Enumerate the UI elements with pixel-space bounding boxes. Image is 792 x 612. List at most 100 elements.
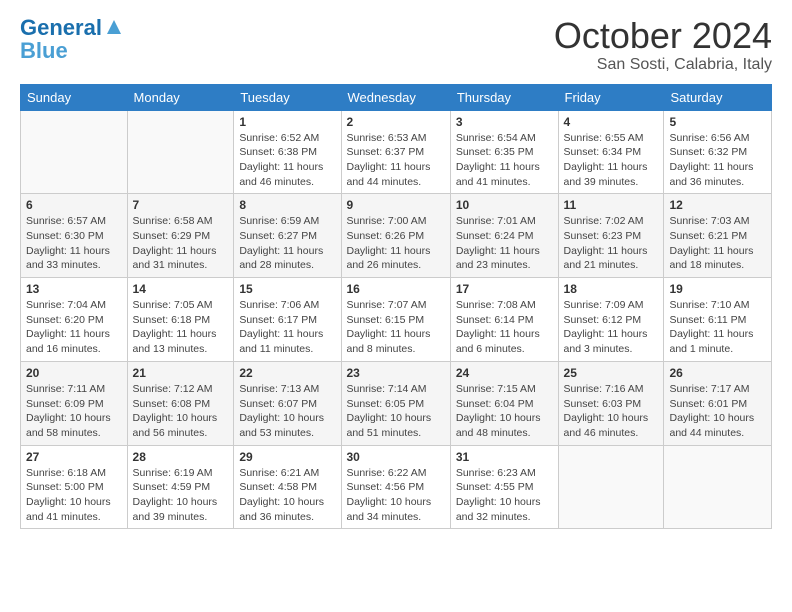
day-number: 14 [133, 282, 229, 296]
day-cell [127, 110, 234, 194]
day-cell: 31 Sunrise: 6:23 AM Sunset: 4:55 PM Dayli… [450, 445, 558, 529]
day-number: 10 [456, 198, 553, 212]
day-number: 28 [133, 450, 229, 464]
day-number: 25 [564, 366, 659, 380]
day-cell [558, 445, 664, 529]
day-number: 4 [564, 115, 659, 129]
day-cell: 21 Sunrise: 7:12 AM Sunset: 6:08 PM Dayli… [127, 361, 234, 445]
day-detail: Sunrise: 6:22 AM Sunset: 4:56 PM Dayligh… [347, 466, 445, 525]
day-cell: 29Sunrise: 6:21 AM Sunset: 4:58 PM Dayli… [234, 445, 341, 529]
col-header-tuesday: Tuesday [234, 84, 341, 110]
day-number: 22 [239, 366, 335, 380]
day-detail: Sunrise: 6:56 AM Sunset: 6:32 PM Dayligh… [669, 131, 766, 190]
day-number: 17 [456, 282, 553, 296]
day-cell: 10 Sunrise: 7:01 AM Sunset: 6:24 PM Dayli… [450, 194, 558, 278]
day-number: 27 [26, 450, 122, 464]
col-header-wednesday: Wednesday [341, 84, 450, 110]
day-number: 2 [347, 115, 445, 129]
day-detail: Sunrise: 7:10 AM Sunset: 6:11 PM Dayligh… [669, 298, 766, 357]
day-cell [21, 110, 128, 194]
day-number: 19 [669, 282, 766, 296]
day-cell: 1 Sunrise: 6:52 AM Sunset: 6:38 PM Daylig… [234, 110, 341, 194]
day-cell: 3 Sunrise: 6:54 AM Sunset: 6:35 PM Daylig… [450, 110, 558, 194]
day-detail: Sunrise: 7:12 AM Sunset: 6:08 PM Dayligh… [133, 382, 229, 441]
day-detail: Sunrise: 7:00 AM Sunset: 6:26 PM Dayligh… [347, 214, 445, 273]
logo-line2: Blue [20, 38, 68, 63]
month-title: October 2024 [554, 16, 772, 56]
week-row-2: 6 Sunrise: 6:57 AM Sunset: 6:30 PM Daylig… [21, 194, 772, 278]
logo-line1: General [20, 16, 102, 40]
day-cell: 17Sunrise: 7:08 AM Sunset: 6:14 PM Dayli… [450, 278, 558, 362]
day-number: 9 [347, 198, 445, 212]
day-detail: Sunrise: 6:57 AM Sunset: 6:30 PM Dayligh… [26, 214, 122, 273]
day-number: 8 [239, 198, 335, 212]
week-row-1: 1 Sunrise: 6:52 AM Sunset: 6:38 PM Daylig… [21, 110, 772, 194]
day-detail: Sunrise: 7:04 AM Sunset: 6:20 PM Dayligh… [26, 298, 122, 357]
logo-text-block: General Blue [20, 16, 123, 63]
day-detail: Sunrise: 6:23 AM Sunset: 4:55 PM Dayligh… [456, 466, 553, 525]
col-header-friday: Friday [558, 84, 664, 110]
page: General Blue October 2024 San Sosti, Cal… [0, 0, 792, 612]
day-number: 26 [669, 366, 766, 380]
day-cell: 12 Sunrise: 7:03 AM Sunset: 6:21 PM Dayli… [664, 194, 772, 278]
week-row-4: 20Sunrise: 7:11 AM Sunset: 6:09 PM Dayli… [21, 361, 772, 445]
col-header-sunday: Sunday [21, 84, 128, 110]
title-block: October 2024 San Sosti, Calabria, Italy [554, 16, 772, 74]
day-cell: 20Sunrise: 7:11 AM Sunset: 6:09 PM Dayli… [21, 361, 128, 445]
day-number: 6 [26, 198, 122, 212]
calendar-table: SundayMondayTuesdayWednesdayThursdayFrid… [20, 84, 772, 530]
day-number: 3 [456, 115, 553, 129]
day-detail: Sunrise: 7:09 AM Sunset: 6:12 PM Dayligh… [564, 298, 659, 357]
day-cell: 22 Sunrise: 7:13 AM Sunset: 6:07 PM Dayli… [234, 361, 341, 445]
day-cell: 23 Sunrise: 7:14 AM Sunset: 6:05 PM Dayli… [341, 361, 450, 445]
day-detail: Sunrise: 6:21 AM Sunset: 4:58 PM Dayligh… [239, 466, 335, 525]
location: San Sosti, Calabria, Italy [554, 56, 772, 74]
logo-general: General [20, 15, 102, 40]
day-cell: 9 Sunrise: 7:00 AM Sunset: 6:26 PM Daylig… [341, 194, 450, 278]
day-detail: Sunrise: 7:02 AM Sunset: 6:23 PM Dayligh… [564, 214, 659, 273]
logo-icon [105, 18, 123, 36]
day-detail: Sunrise: 7:15 AM Sunset: 6:04 PM Dayligh… [456, 382, 553, 441]
day-detail: Sunrise: 6:54 AM Sunset: 6:35 PM Dayligh… [456, 131, 553, 190]
col-header-thursday: Thursday [450, 84, 558, 110]
day-number: 31 [456, 450, 553, 464]
day-cell: 7 Sunrise: 6:58 AM Sunset: 6:29 PM Daylig… [127, 194, 234, 278]
day-number: 18 [564, 282, 659, 296]
day-detail: Sunrise: 7:14 AM Sunset: 6:05 PM Dayligh… [347, 382, 445, 441]
day-number: 12 [669, 198, 766, 212]
day-number: 7 [133, 198, 229, 212]
day-number: 16 [347, 282, 445, 296]
day-detail: Sunrise: 6:52 AM Sunset: 6:38 PM Dayligh… [239, 131, 335, 190]
day-number: 24 [456, 366, 553, 380]
day-cell: 25 Sunrise: 7:16 AM Sunset: 6:03 PM Dayli… [558, 361, 664, 445]
day-detail: Sunrise: 7:06 AM Sunset: 6:17 PM Dayligh… [239, 298, 335, 357]
day-detail: Sunrise: 7:16 AM Sunset: 6:03 PM Dayligh… [564, 382, 659, 441]
day-detail: Sunrise: 6:58 AM Sunset: 6:29 PM Dayligh… [133, 214, 229, 273]
day-detail: Sunrise: 7:05 AM Sunset: 6:18 PM Dayligh… [133, 298, 229, 357]
day-cell: 27Sunrise: 6:18 AM Sunset: 5:00 PM Dayli… [21, 445, 128, 529]
day-number: 21 [133, 366, 229, 380]
day-number: 1 [239, 115, 335, 129]
day-number: 23 [347, 366, 445, 380]
day-detail: Sunrise: 7:03 AM Sunset: 6:21 PM Dayligh… [669, 214, 766, 273]
day-detail: Sunrise: 6:59 AM Sunset: 6:27 PM Dayligh… [239, 214, 335, 273]
day-detail: Sunrise: 7:01 AM Sunset: 6:24 PM Dayligh… [456, 214, 553, 273]
day-cell: 2Sunrise: 6:53 AM Sunset: 6:37 PM Daylig… [341, 110, 450, 194]
day-cell: 26Sunrise: 7:17 AM Sunset: 6:01 PM Dayli… [664, 361, 772, 445]
day-detail: Sunrise: 6:19 AM Sunset: 4:59 PM Dayligh… [133, 466, 229, 525]
day-cell: 15Sunrise: 7:06 AM Sunset: 6:17 PM Dayli… [234, 278, 341, 362]
day-cell: 11 Sunrise: 7:02 AM Sunset: 6:23 PM Dayli… [558, 194, 664, 278]
day-number: 11 [564, 198, 659, 212]
week-row-5: 27Sunrise: 6:18 AM Sunset: 5:00 PM Dayli… [21, 445, 772, 529]
day-cell: 8 Sunrise: 6:59 AM Sunset: 6:27 PM Daylig… [234, 194, 341, 278]
week-row-3: 13 Sunrise: 7:04 AM Sunset: 6:20 PM Dayli… [21, 278, 772, 362]
header: General Blue October 2024 San Sosti, Cal… [20, 16, 772, 74]
day-number: 5 [669, 115, 766, 129]
day-number: 13 [26, 282, 122, 296]
day-detail: Sunrise: 6:55 AM Sunset: 6:34 PM Dayligh… [564, 131, 659, 190]
day-detail: Sunrise: 7:07 AM Sunset: 6:15 PM Dayligh… [347, 298, 445, 357]
day-cell: 18 Sunrise: 7:09 AM Sunset: 6:12 PM Dayli… [558, 278, 664, 362]
day-detail: Sunrise: 7:13 AM Sunset: 6:07 PM Dayligh… [239, 382, 335, 441]
day-detail: Sunrise: 7:11 AM Sunset: 6:09 PM Dayligh… [26, 382, 122, 441]
day-cell: 6 Sunrise: 6:57 AM Sunset: 6:30 PM Daylig… [21, 194, 128, 278]
